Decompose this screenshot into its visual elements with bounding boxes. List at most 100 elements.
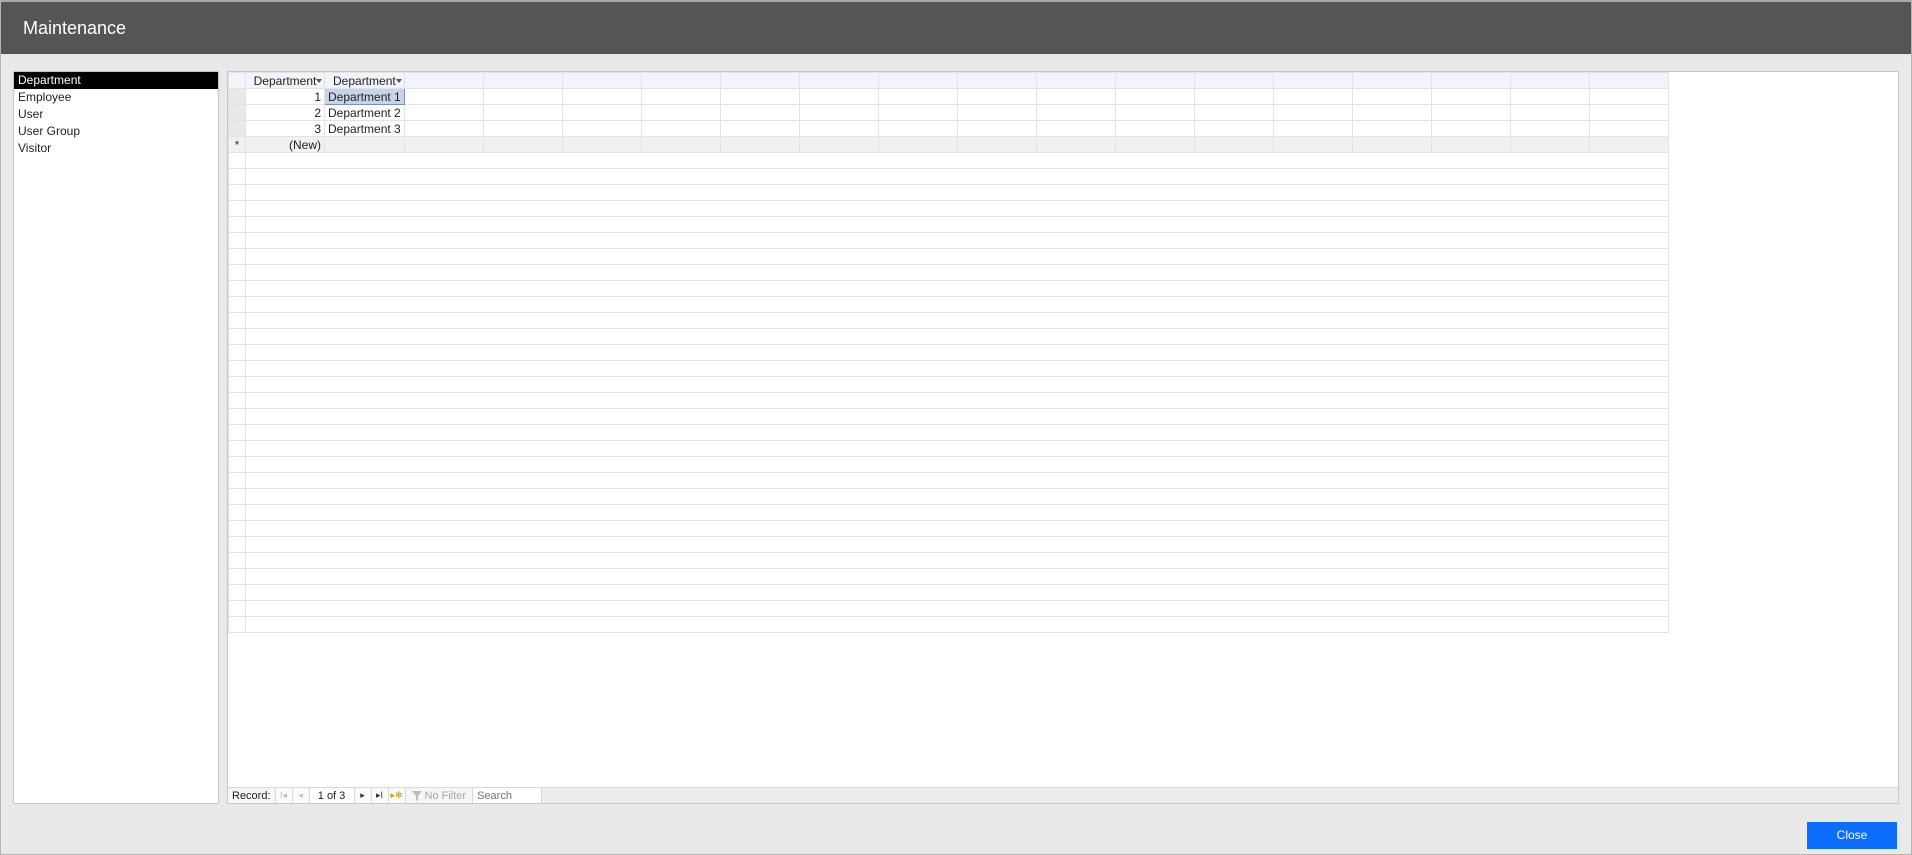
- search-input[interactable]: [473, 788, 541, 803]
- cell-empty[interactable]: [957, 105, 1036, 121]
- cell-empty[interactable]: [1431, 137, 1510, 153]
- cell-empty[interactable]: [483, 105, 562, 121]
- row-selector[interactable]: [229, 121, 246, 137]
- column-header-blank[interactable]: [878, 73, 957, 89]
- cell-empty[interactable]: [1194, 121, 1273, 137]
- cell-empty[interactable]: [404, 89, 483, 105]
- cell-name[interactable]: Department 2: [325, 105, 405, 121]
- cell-empty[interactable]: [483, 137, 562, 153]
- cell-empty[interactable]: [1510, 137, 1589, 153]
- horizontal-scrollbar[interactable]: [542, 788, 1898, 803]
- new-row-marker[interactable]: *: [229, 137, 246, 153]
- sidebar-item-visitor[interactable]: Visitor: [14, 140, 218, 157]
- column-header-blank[interactable]: [404, 73, 483, 89]
- cell-empty[interactable]: [1273, 137, 1352, 153]
- select-all-cell[interactable]: [229, 73, 246, 89]
- column-header-blank[interactable]: [957, 73, 1036, 89]
- row-selector[interactable]: [229, 105, 246, 121]
- datasheet-scroll[interactable]: Department Department: [228, 72, 1898, 787]
- cell-id[interactable]: 2: [246, 105, 325, 121]
- cell-empty[interactable]: [1510, 105, 1589, 121]
- nav-last-button[interactable]: ▸I: [372, 788, 389, 803]
- cell-id[interactable]: 1: [246, 89, 325, 105]
- column-header-blank[interactable]: [1115, 73, 1194, 89]
- cell-empty[interactable]: [1431, 105, 1510, 121]
- table-row[interactable]: 3 Department 3: [229, 121, 1669, 137]
- cell-empty[interactable]: [1352, 89, 1431, 105]
- column-header-blank[interactable]: [483, 73, 562, 89]
- cell-empty[interactable]: [562, 137, 641, 153]
- cell-empty[interactable]: [562, 121, 641, 137]
- cell-empty[interactable]: [878, 89, 957, 105]
- cell-empty[interactable]: [1273, 105, 1352, 121]
- close-button[interactable]: Close: [1807, 822, 1897, 849]
- column-header-blank[interactable]: [1036, 73, 1115, 89]
- cell-empty[interactable]: [1115, 121, 1194, 137]
- cell-empty[interactable]: [957, 137, 1036, 153]
- cell-empty[interactable]: [1352, 121, 1431, 137]
- cell-empty[interactable]: [878, 121, 957, 137]
- cell-empty[interactable]: [1589, 121, 1668, 137]
- cell-empty[interactable]: [1510, 121, 1589, 137]
- nav-prev-button[interactable]: ◂: [293, 788, 310, 803]
- cell-id[interactable]: 3: [246, 121, 325, 137]
- cell-empty[interactable]: [1431, 121, 1510, 137]
- cell-empty[interactable]: [720, 89, 799, 105]
- cell-empty[interactable]: [641, 89, 720, 105]
- row-selector[interactable]: [229, 89, 246, 105]
- cell-empty[interactable]: [1115, 137, 1194, 153]
- cell-empty[interactable]: [641, 121, 720, 137]
- cell-empty[interactable]: [1589, 89, 1668, 105]
- chevron-down-icon[interactable]: [396, 79, 402, 83]
- cell-empty[interactable]: [799, 105, 878, 121]
- cell-empty[interactable]: [878, 105, 957, 121]
- cell-empty[interactable]: [1036, 137, 1115, 153]
- cell-empty[interactable]: [1589, 137, 1668, 153]
- cell-empty[interactable]: [562, 105, 641, 121]
- new-record-row[interactable]: * (New): [229, 137, 1669, 153]
- cell-name[interactable]: [325, 137, 405, 153]
- cell-empty[interactable]: [1352, 137, 1431, 153]
- cell-empty[interactable]: [1036, 89, 1115, 105]
- cell-empty[interactable]: [1510, 89, 1589, 105]
- cell-empty[interactable]: [720, 105, 799, 121]
- cell-empty[interactable]: [957, 89, 1036, 105]
- column-header-blank[interactable]: [1431, 73, 1510, 89]
- cell-empty[interactable]: [562, 89, 641, 105]
- filter-indicator[interactable]: No Filter: [406, 788, 474, 803]
- cell-empty[interactable]: [404, 137, 483, 153]
- column-header-name[interactable]: Department: [325, 73, 405, 89]
- cell-empty[interactable]: [1589, 105, 1668, 121]
- column-header-blank[interactable]: [562, 73, 641, 89]
- nav-new-button[interactable]: ▸✻: [389, 788, 406, 803]
- column-header-blank[interactable]: [1510, 73, 1589, 89]
- record-position-box[interactable]: 1 of 3: [310, 788, 355, 803]
- chevron-down-icon[interactable]: [316, 79, 322, 83]
- cell-empty[interactable]: [1194, 89, 1273, 105]
- sidebar-list[interactable]: Department Employee User User Group Visi…: [13, 71, 219, 804]
- sidebar-item-employee[interactable]: Employee: [14, 89, 218, 106]
- cell-empty[interactable]: [799, 121, 878, 137]
- cell-empty[interactable]: [720, 121, 799, 137]
- cell-empty[interactable]: [799, 137, 878, 153]
- cell-empty[interactable]: [1273, 89, 1352, 105]
- search-box[interactable]: [473, 788, 542, 803]
- new-row-id-label[interactable]: (New): [246, 137, 325, 153]
- cell-empty[interactable]: [1273, 121, 1352, 137]
- cell-empty[interactable]: [1431, 89, 1510, 105]
- cell-name[interactable]: Department 3: [325, 121, 405, 137]
- cell-empty[interactable]: [799, 89, 878, 105]
- column-header-blank[interactable]: [1273, 73, 1352, 89]
- sidebar-item-user[interactable]: User: [14, 106, 218, 123]
- table-row[interactable]: 1 Department 1: [229, 89, 1669, 105]
- cell-empty[interactable]: [1194, 137, 1273, 153]
- table-row[interactable]: 2 Department 2: [229, 105, 1669, 121]
- cell-empty[interactable]: [404, 121, 483, 137]
- nav-next-button[interactable]: ▸: [355, 788, 372, 803]
- cell-empty[interactable]: [483, 121, 562, 137]
- sidebar-item-user-group[interactable]: User Group: [14, 123, 218, 140]
- column-header-blank[interactable]: [1589, 73, 1668, 89]
- cell-empty[interactable]: [483, 89, 562, 105]
- cell-empty[interactable]: [641, 137, 720, 153]
- cell-empty[interactable]: [641, 105, 720, 121]
